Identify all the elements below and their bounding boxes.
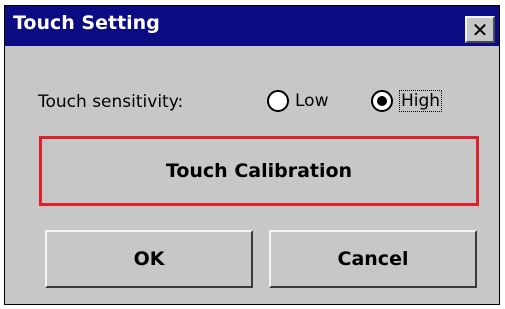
title-bar: Touch Setting ✕ — [5, 6, 499, 46]
ok-button[interactable]: OK — [45, 230, 253, 288]
cancel-button[interactable]: Cancel — [269, 230, 477, 288]
close-button[interactable]: ✕ — [465, 16, 495, 43]
touch-setting-dialog: Touch Setting ✕ Touch sensitivity: Low H… — [4, 5, 500, 305]
dialog-title: Touch Setting — [13, 12, 160, 34]
radio-low-circle-icon[interactable] — [267, 90, 289, 112]
radio-high[interactable]: High — [371, 90, 443, 112]
touch-calibration-button[interactable]: Touch Calibration — [39, 136, 479, 206]
radio-low-label[interactable]: Low — [295, 91, 328, 111]
radio-low[interactable]: Low — [267, 90, 328, 112]
radio-high-label[interactable]: High — [399, 90, 443, 112]
close-icon: ✕ — [471, 17, 489, 42]
radio-high-circle-icon[interactable] — [371, 90, 393, 112]
touch-sensitivity-label: Touch sensitivity: — [38, 92, 184, 112]
